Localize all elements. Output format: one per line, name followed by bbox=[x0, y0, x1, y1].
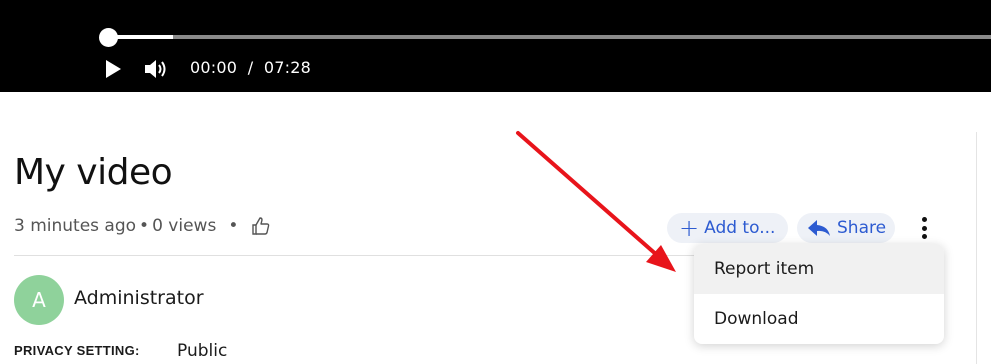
thumbs-up-icon bbox=[252, 217, 270, 235]
video-meta: 3 minutes ago • 0 views • bbox=[14, 216, 271, 236]
duration: 07:28 bbox=[263, 58, 311, 77]
menu-item-download[interactable]: Download bbox=[694, 294, 944, 344]
vertical-dots-icon bbox=[921, 217, 927, 222]
meta-separator: • bbox=[228, 216, 239, 236]
right-divider bbox=[976, 132, 977, 364]
share-button[interactable]: Share bbox=[797, 213, 895, 243]
like-button[interactable] bbox=[251, 216, 271, 236]
privacy-label: PRIVACY SETTING: bbox=[14, 343, 140, 358]
volume-icon bbox=[145, 60, 166, 78]
time-display: 00:00 / 07:28 bbox=[190, 58, 311, 77]
progress-track[interactable] bbox=[108, 35, 991, 39]
view-count: 0 views bbox=[152, 216, 217, 236]
share-label: Share bbox=[837, 218, 887, 238]
volume-button[interactable] bbox=[143, 57, 171, 81]
current-time: 00:00 bbox=[190, 58, 238, 77]
vertical-dots-icon bbox=[921, 234, 927, 239]
meta-separator: • bbox=[139, 216, 150, 236]
add-to-button[interactable]: + Add to... bbox=[667, 213, 788, 243]
share-arrow-icon bbox=[808, 220, 830, 236]
add-to-label: Add to... bbox=[704, 218, 776, 238]
more-options-menu: Report item Download bbox=[694, 244, 944, 344]
author-name[interactable]: Administrator bbox=[74, 287, 204, 309]
privacy-value: Public bbox=[177, 341, 228, 361]
more-options-button[interactable] bbox=[916, 214, 932, 242]
divider bbox=[14, 255, 698, 256]
play-button[interactable] bbox=[103, 58, 123, 80]
time-separator: / bbox=[247, 58, 254, 77]
avatar[interactable]: A bbox=[14, 275, 64, 325]
upload-time: 3 minutes ago bbox=[14, 216, 137, 236]
play-icon bbox=[106, 60, 121, 78]
video-title: My video bbox=[14, 152, 173, 193]
vertical-dots-icon bbox=[921, 225, 927, 231]
video-player-controls: 00:00 / 07:28 bbox=[0, 0, 991, 92]
menu-item-report[interactable]: Report item bbox=[694, 244, 944, 294]
plus-icon: + bbox=[679, 214, 700, 242]
progress-handle[interactable] bbox=[99, 28, 118, 47]
